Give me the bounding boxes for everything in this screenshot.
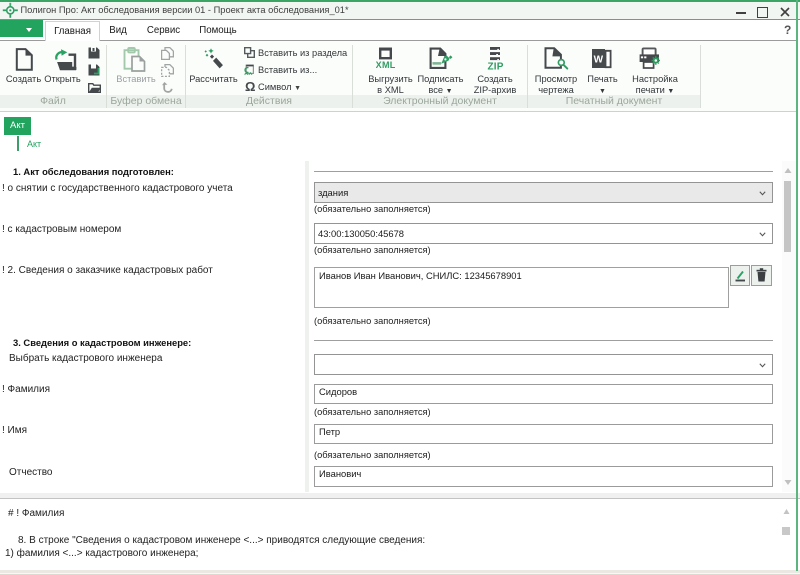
svg-text:ZIP: ZIP: [488, 62, 504, 72]
svg-text:XML: XML: [376, 60, 396, 70]
svg-text:W: W: [594, 55, 604, 66]
